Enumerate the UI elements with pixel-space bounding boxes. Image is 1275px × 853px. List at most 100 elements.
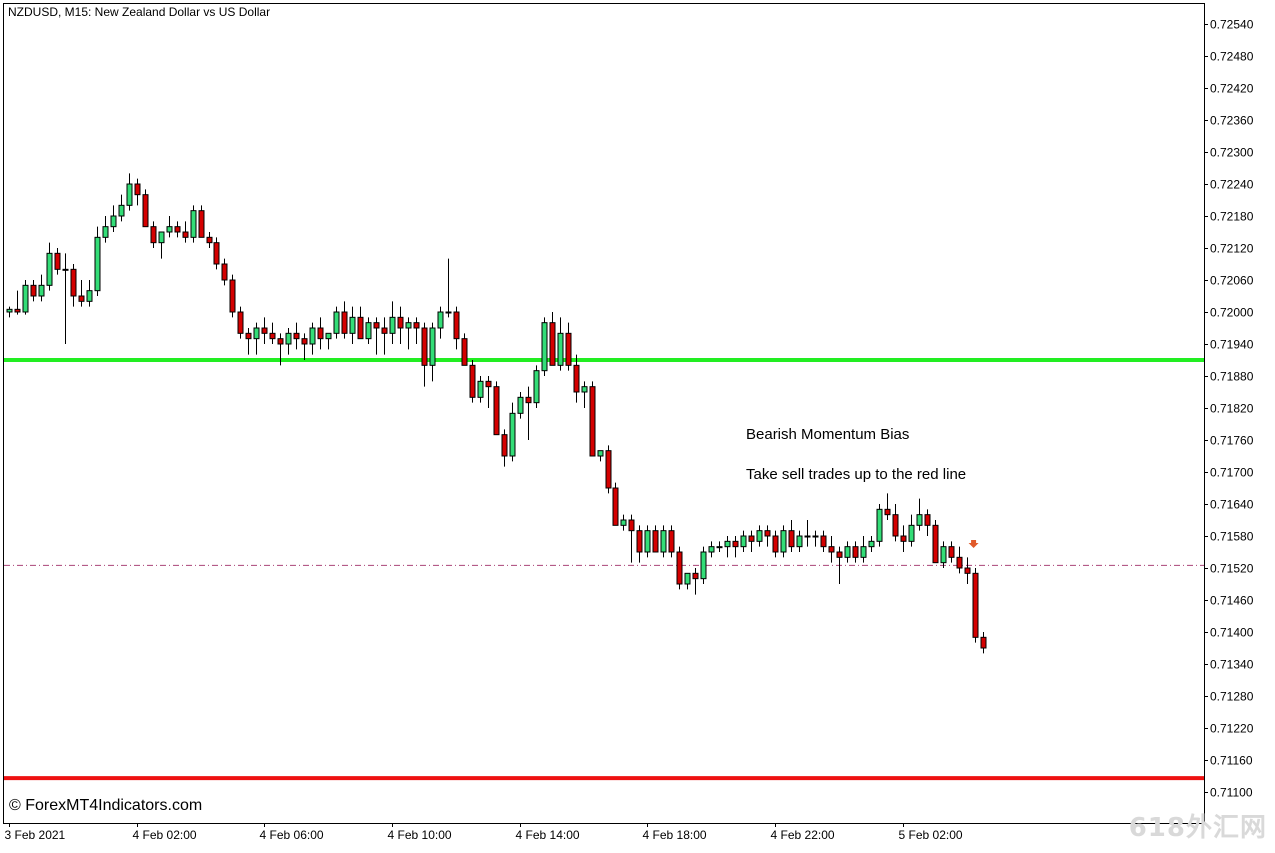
bull-candle xyxy=(477,380,484,398)
bear-candle xyxy=(668,530,675,553)
bear-candle xyxy=(341,311,348,334)
bear-candle xyxy=(30,284,37,297)
bear-candle xyxy=(612,487,619,526)
bear-candle xyxy=(692,572,699,580)
bear-candle xyxy=(381,327,388,334)
bear-candle xyxy=(14,308,21,313)
bull-candle xyxy=(94,236,101,292)
bear-candle xyxy=(261,327,268,334)
time-tick-label: 4 Feb 02:00 xyxy=(133,828,197,842)
bull-candle xyxy=(445,311,452,314)
bear-candle xyxy=(589,386,596,457)
bull-candle xyxy=(509,412,516,457)
bull-candle xyxy=(581,386,588,393)
bear-candle xyxy=(525,396,532,404)
bull-candle xyxy=(517,396,524,414)
bull-candle xyxy=(166,226,173,233)
chart-title: NZDUSD, M15: New Zealand Dollar vs US Do… xyxy=(8,5,270,19)
bull-candle xyxy=(700,551,707,580)
time-tick-label: 4 Feb 06:00 xyxy=(260,828,324,842)
bear-candle xyxy=(142,194,149,228)
bull-candle xyxy=(110,215,117,228)
annotation-instruction: Take sell trades up to the red line xyxy=(746,466,966,483)
bull-candle xyxy=(38,284,45,297)
price-tick-label: 0.72540 xyxy=(1210,18,1254,32)
bull-candle xyxy=(940,546,947,564)
bear-candle xyxy=(924,514,931,526)
bear-candle xyxy=(980,636,987,649)
bull-candle xyxy=(22,284,29,313)
price-tick-label: 0.71580 xyxy=(1210,530,1254,544)
bear-candle xyxy=(852,546,859,558)
bear-candle xyxy=(605,450,612,489)
price-tick-label: 0.71400 xyxy=(1210,626,1254,640)
bear-candle xyxy=(397,316,404,329)
price-tick-label: 0.71340 xyxy=(1210,658,1254,672)
chart-background xyxy=(0,0,1275,848)
bear-candle xyxy=(221,263,228,281)
price-tick-label: 0.72000 xyxy=(1210,306,1254,320)
time-tick-label: 4 Feb 22:00 xyxy=(771,828,835,842)
bear-candle xyxy=(788,530,795,548)
bull-candle xyxy=(309,327,316,345)
bull-candle xyxy=(405,322,412,329)
bear-candle xyxy=(828,546,835,553)
price-tick-label: 0.71460 xyxy=(1210,594,1254,608)
bull-candle xyxy=(190,210,197,238)
bear-candle xyxy=(549,322,556,366)
price-tick-label: 0.72120 xyxy=(1210,242,1254,256)
bear-candle xyxy=(245,332,252,340)
bear-candle xyxy=(317,327,324,340)
bear-candle xyxy=(373,322,380,329)
bear-candle xyxy=(269,332,276,340)
bull-candle xyxy=(684,572,691,585)
price-tick-label: 0.71280 xyxy=(1210,690,1254,704)
bear-candle xyxy=(150,226,157,244)
price-tick-label: 0.71820 xyxy=(1210,402,1254,416)
bull-candle xyxy=(644,530,651,553)
bear-candle xyxy=(676,551,683,585)
bull-candle xyxy=(285,332,292,345)
bear-candle xyxy=(836,551,843,558)
price-tick-label: 0.71520 xyxy=(1210,562,1254,576)
bear-candle xyxy=(652,530,659,553)
annotation-bias: Bearish Momentum Bias xyxy=(746,426,909,443)
price-tick-label: 0.71100 xyxy=(1210,786,1253,800)
price-tick-label: 0.71880 xyxy=(1210,370,1254,384)
bull-candle xyxy=(908,524,915,542)
price-tick-label: 0.72060 xyxy=(1210,274,1254,288)
bull-candle xyxy=(716,546,723,549)
bear-candle xyxy=(573,364,580,393)
bear-candle xyxy=(421,327,428,366)
bull-candle xyxy=(756,530,763,542)
time-tick-label: 3 Feb 2021 xyxy=(5,828,66,842)
bull-candle xyxy=(660,530,667,553)
bear-candle xyxy=(70,268,77,297)
bull-candle xyxy=(876,508,883,542)
bear-candle xyxy=(636,530,643,553)
bear-candle xyxy=(461,338,468,366)
bull-candle xyxy=(365,322,372,340)
bull-candle xyxy=(333,311,340,334)
price-tick-label: 0.71220 xyxy=(1210,722,1254,736)
bear-candle xyxy=(772,535,779,553)
bull-candle xyxy=(541,322,548,372)
bear-candle xyxy=(964,567,971,574)
bull-candle xyxy=(118,204,125,217)
bear-candle xyxy=(900,535,907,542)
price-tick-label: 0.72360 xyxy=(1210,114,1254,128)
bear-candle xyxy=(229,279,236,313)
bull-candle xyxy=(429,327,436,366)
bull-candle xyxy=(6,308,13,313)
bull-candle xyxy=(533,370,540,404)
price-tick-label: 0.72300 xyxy=(1210,146,1254,160)
bear-candle xyxy=(732,540,739,548)
bull-candle xyxy=(46,252,53,286)
bull-candle xyxy=(86,290,93,302)
bull-candle xyxy=(437,311,444,329)
bull-candle xyxy=(62,268,69,271)
bull-candle xyxy=(620,519,627,526)
watermark-logo: 618外汇网 xyxy=(1128,813,1267,843)
bear-candle xyxy=(932,524,939,564)
bull-candle xyxy=(349,316,356,334)
